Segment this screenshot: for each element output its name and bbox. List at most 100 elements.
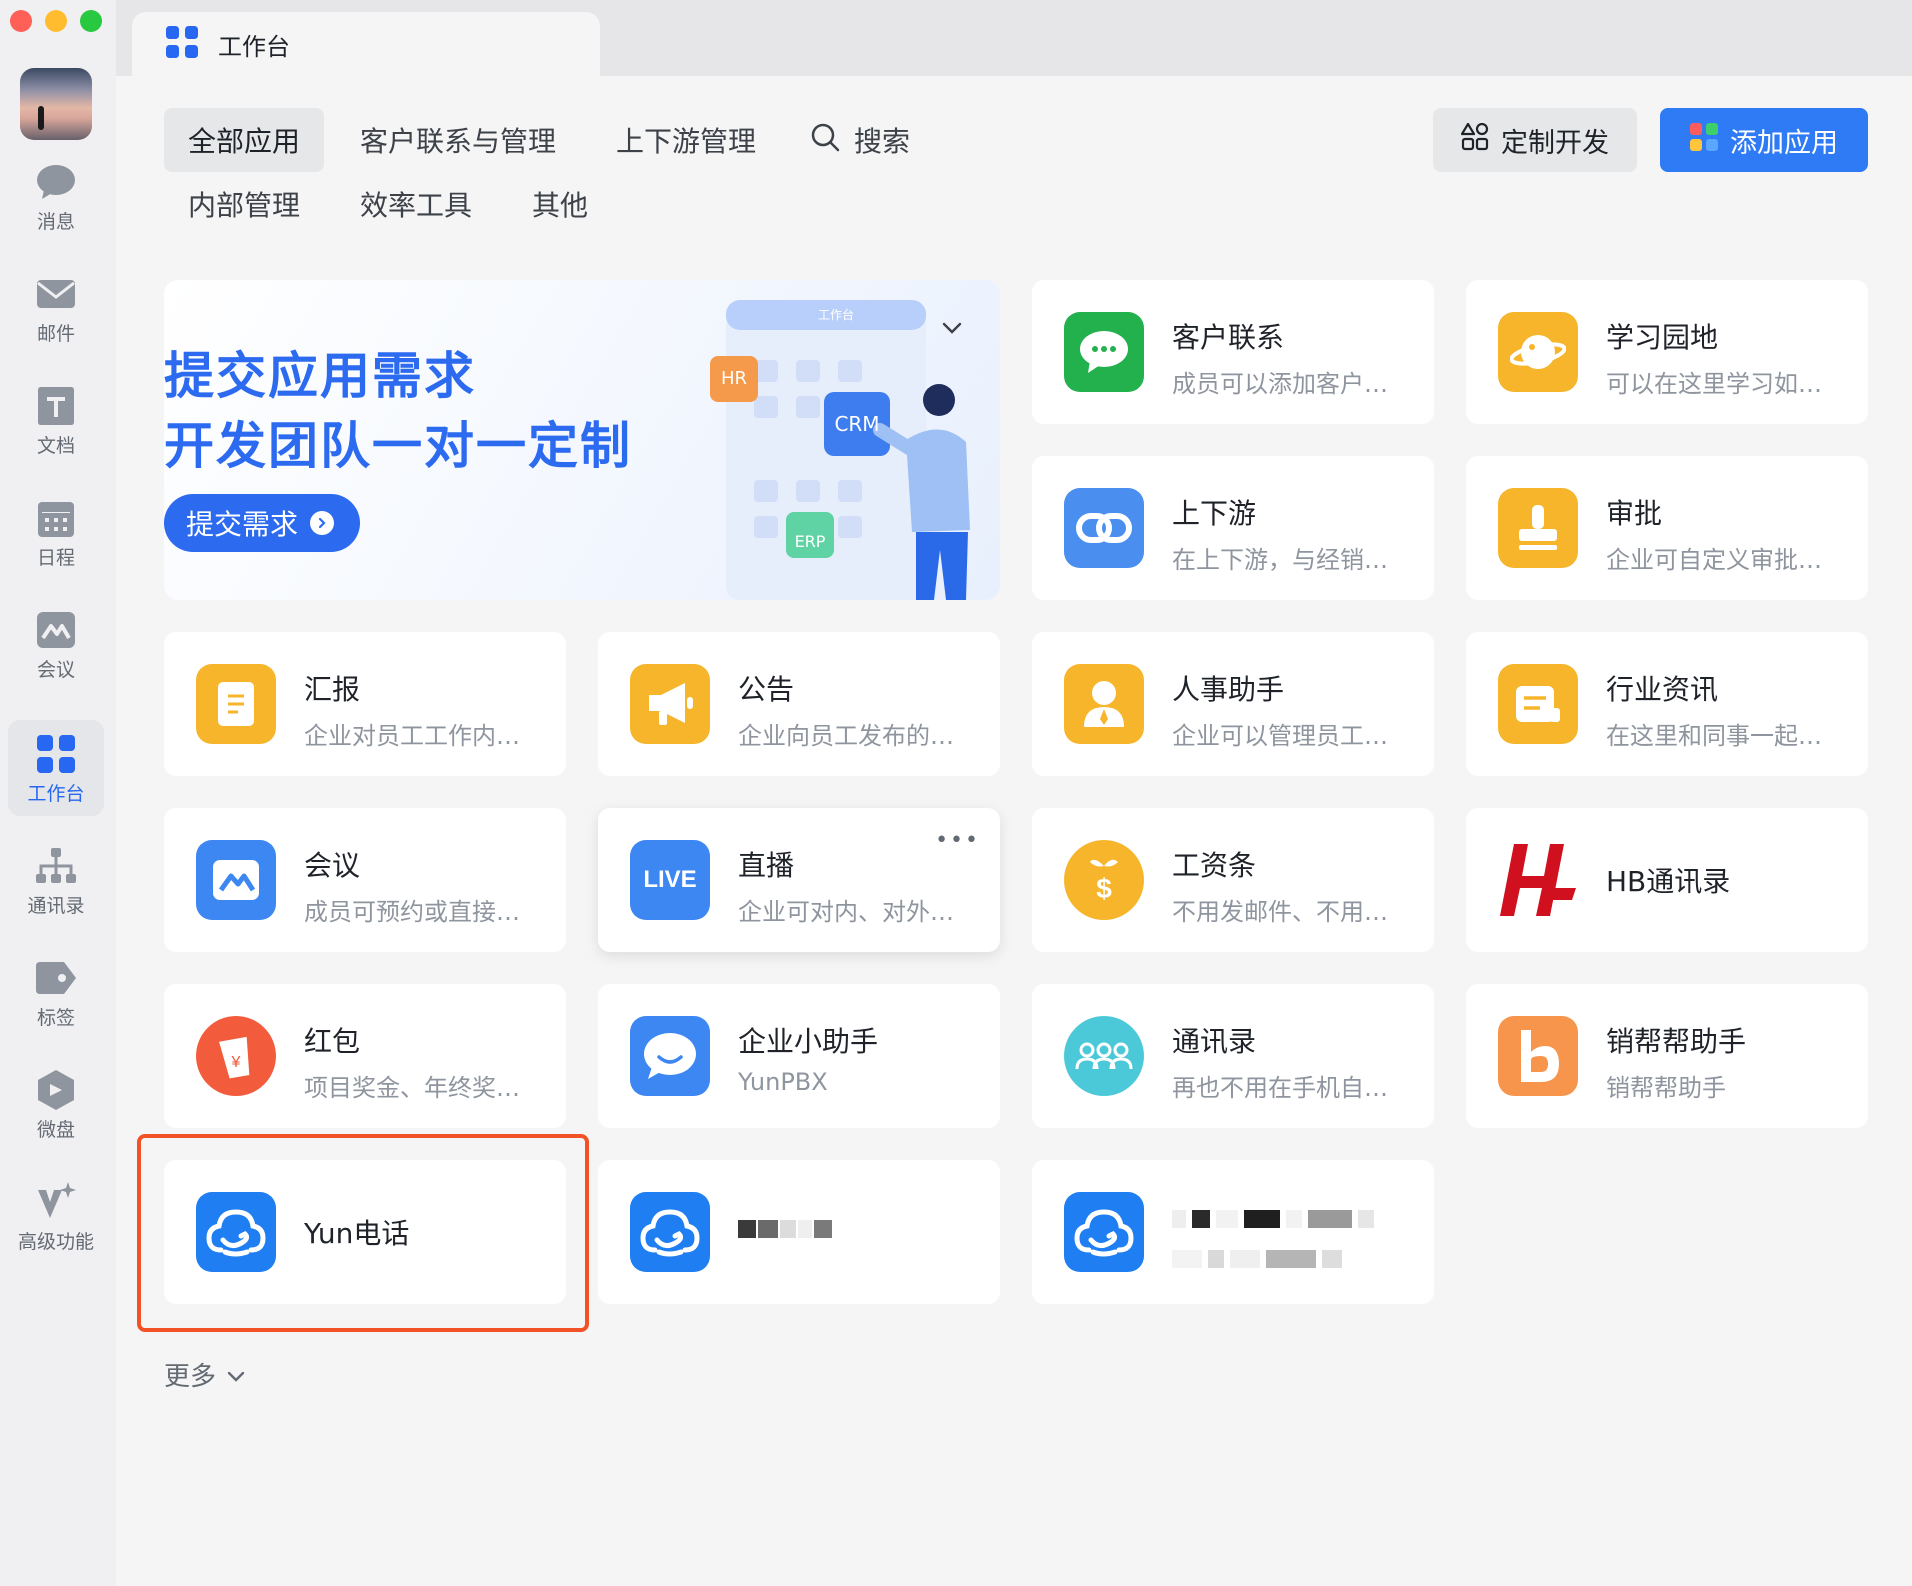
sidebar-item-workbench[interactable]: 工作台: [8, 720, 104, 816]
news-icon: [1498, 664, 1578, 744]
tab-workbench[interactable]: 工作台: [132, 12, 600, 76]
app-name: 人事助手: [1172, 673, 1285, 706]
sidebar-item-tags[interactable]: 标签: [8, 944, 104, 1040]
app-card-live[interactable]: LIVE 直播 企业可对内、对外… •••: [598, 808, 1000, 952]
app-card-hr-assistant[interactable]: 人事助手企业可以管理员工…: [1032, 632, 1434, 776]
app-name: 学习园地: [1606, 321, 1719, 354]
sidebar-item-advanced[interactable]: 高级功能: [8, 1168, 104, 1264]
category-all-apps[interactable]: 全部应用: [164, 108, 325, 172]
app-description: 企业可以管理员工…: [1172, 722, 1388, 750]
sidebar-item-calendar[interactable]: 日程: [8, 484, 104, 580]
app-card-hb-contacts[interactable]: HB通讯录: [1466, 808, 1868, 952]
close-window-button[interactable]: [10, 10, 32, 32]
more-apps-button[interactable]: 更多: [164, 1356, 246, 1393]
search-button[interactable]: 搜索: [786, 108, 934, 172]
crm-tag: CRM: [834, 412, 880, 436]
sidebar-item-label: 日程: [36, 547, 75, 569]
app-card-report[interactable]: 汇报企业对员工工作内…: [164, 632, 566, 776]
app-name: 行业资讯: [1606, 673, 1719, 706]
app-name: 销帮帮助手: [1606, 1025, 1747, 1058]
redacted-text: [1172, 1210, 1374, 1268]
custom-development-button[interactable]: 定制开发: [1433, 108, 1637, 172]
erp-tag: ERP: [794, 532, 826, 551]
custom-request-banner[interactable]: 提交应用需求 开发团队一对一定制 提交需求 工作台 HR CRM ERP: [164, 280, 1000, 600]
app-card-payslip[interactable]: $ 工资条 不用发邮件、不用…: [1032, 808, 1434, 952]
app-card-upstream-downstream[interactable]: 上下游 在上下游，与经销…: [1032, 456, 1434, 600]
planet-icon: [1498, 312, 1578, 392]
sidebar-item-messages[interactable]: 消息: [8, 148, 104, 244]
person-icon: [1064, 664, 1144, 744]
category-other[interactable]: 其他: [508, 172, 612, 236]
submit-request-button[interactable]: 提交需求: [164, 494, 360, 552]
megaphone-icon: [630, 664, 710, 744]
custom-development-label: 定制开发: [1501, 127, 1609, 159]
meeting-icon: [196, 840, 276, 920]
report-icon: [196, 664, 276, 744]
app-card-red-packet[interactable]: ¥ 红包 项目奖金、年终奖…: [164, 984, 566, 1128]
app-name: 汇报: [304, 673, 361, 706]
arrow-right-icon: [310, 511, 335, 535]
app-name: 企业小助手: [738, 1025, 879, 1058]
banner-headline: 提交应用需求: [164, 347, 476, 405]
app-description: 成员可以添加客户…: [1172, 370, 1388, 398]
app-card-redacted-2[interactable]: [1032, 1160, 1434, 1304]
app-name: 工资条: [1172, 849, 1257, 882]
sidebar-item-label: 微盘: [36, 1119, 75, 1141]
sidebar-item-contacts[interactable]: 通讯录: [8, 832, 104, 928]
submit-request-label: 提交需求: [186, 508, 299, 541]
app-name: 公告: [738, 673, 795, 706]
category-internal-management[interactable]: 内部管理: [164, 172, 324, 236]
cloud-phone-icon: [1064, 1192, 1144, 1272]
chat-bubble-icon: [36, 162, 76, 202]
sidebar-item-label: 高级功能: [17, 1231, 94, 1253]
banner-subheadline: 开发团队一对一定制: [164, 417, 632, 475]
app-description: 企业对员工工作内…: [304, 722, 520, 750]
app-card-industry-news[interactable]: 行业资讯 在这里和同事一起…: [1466, 632, 1868, 776]
app-card-learning-garden[interactable]: 学习园地 可以在这里学习如…: [1466, 280, 1868, 424]
sparkle-icon: [36, 1182, 76, 1222]
calendar-icon: [36, 498, 76, 538]
app-description: 企业向员工发布的…: [738, 722, 954, 750]
minimize-window-button[interactable]: [45, 10, 67, 32]
workbench-grid-icon: [36, 734, 76, 774]
app-card-announcement[interactable]: 公告企业向员工发布的…: [598, 632, 1000, 776]
sidebar-item-label: 会议: [36, 659, 75, 681]
category-customer-management[interactable]: 客户联系与管理: [336, 108, 580, 172]
app-name: 红包: [304, 1025, 361, 1058]
app-card-customer-contact[interactable]: 客户联系 成员可以添加客户…: [1032, 280, 1434, 424]
add-app-button[interactable]: 添加应用: [1660, 108, 1868, 172]
b-logo-icon: [1498, 1016, 1578, 1096]
app-name: 审批: [1606, 497, 1663, 530]
app-card-contacts[interactable]: 通讯录 再也不用在手机自…: [1032, 984, 1434, 1128]
avatar[interactable]: [20, 68, 92, 140]
app-description: 不用发邮件、不用…: [1172, 898, 1388, 926]
live-icon: LIVE: [630, 840, 710, 920]
app-card-enterprise-assistant[interactable]: 企业小助手 YunPBX: [598, 984, 1000, 1128]
sidebar-item-label: 工作台: [27, 783, 85, 805]
search-icon: [810, 122, 840, 159]
sidebar-item-mail[interactable]: 邮件: [8, 260, 104, 356]
live-badge: LIVE: [643, 866, 697, 893]
colorful-grid-icon: [1690, 122, 1718, 158]
sidebar-item-meeting[interactable]: 会议: [8, 596, 104, 692]
more-options-icon[interactable]: •••: [935, 828, 980, 853]
app-card-redacted-1[interactable]: [598, 1160, 1000, 1304]
hb-logo-icon: [1498, 840, 1578, 920]
cloud-phone-icon: [630, 1192, 710, 1272]
sidebar-item-drive[interactable]: 微盘: [8, 1056, 104, 1152]
app-card-meeting[interactable]: 会议 成员可预约或直接…: [164, 808, 566, 952]
red-packet-icon: ¥: [196, 1016, 276, 1096]
app-name: HB通讯录: [1606, 865, 1731, 898]
category-efficiency-tools[interactable]: 效率工具: [336, 172, 496, 236]
stamp-icon: [1498, 488, 1578, 568]
app-card-approval[interactable]: 审批 企业可自定义审批…: [1466, 456, 1868, 600]
app-description: 企业可对内、对外…: [738, 898, 954, 926]
category-supply-chain[interactable]: 上下游管理: [592, 108, 780, 172]
sidebar-item-docs[interactable]: 文档: [8, 372, 104, 468]
app-card-xbb-assistant[interactable]: 销帮帮助手 销帮帮助手: [1466, 984, 1868, 1128]
add-app-label: 添加应用: [1730, 127, 1838, 159]
chevron-down-icon[interactable]: [940, 316, 964, 344]
app-description: 销帮帮助手: [1606, 1074, 1726, 1102]
zoom-window-button[interactable]: [80, 10, 102, 32]
app-name: 上下游: [1172, 497, 1257, 530]
